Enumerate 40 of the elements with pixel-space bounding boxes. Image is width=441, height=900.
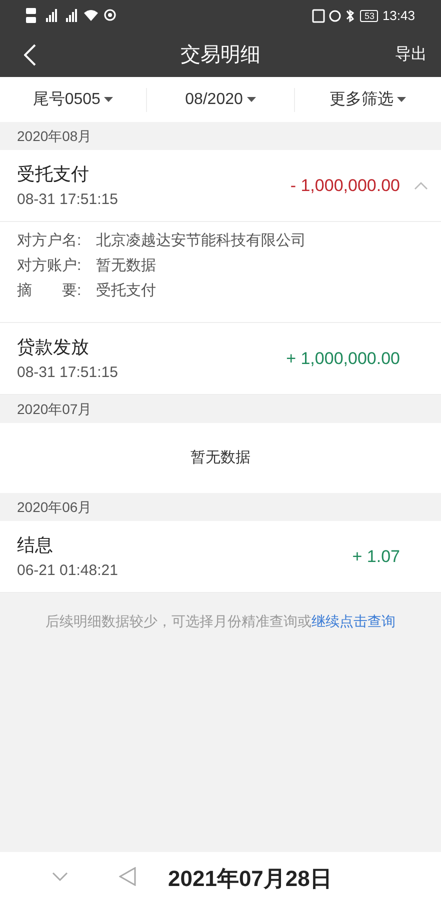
chevron-down-icon[interactable]: [52, 872, 68, 881]
caret-icon: [246, 97, 256, 102]
detail-value: 北京凌越达安节能科技有限公司: [96, 231, 306, 251]
empty-message: 暂无数据: [190, 448, 250, 468]
filter-dropdown[interactable]: 08/2020: [147, 88, 294, 112]
transaction-time: 08-31 17:51:15: [17, 364, 119, 382]
export-button[interactable]: 导出: [381, 42, 441, 66]
collapse-icon[interactable]: [414, 182, 428, 190]
transaction-time: 06-21 01:48:21: [17, 562, 119, 580]
detail-value: 暂无数据: [96, 256, 156, 276]
month-header: 2020年06月: [16, 498, 93, 516]
transaction-amount: + 1.07: [352, 546, 400, 568]
footer-note: 后续明细数据较少，可选择月份精准查询或继续点击查询: [46, 612, 396, 631]
transaction-amount: - 1,000,000.00: [290, 174, 400, 197]
transaction-row[interactable]: 受托支付 08-31 17:51:15 - 1,000,000.00: [0, 150, 441, 222]
detail-label: 摘 要:: [17, 281, 82, 301]
detail-label: 对方账户:: [17, 256, 82, 276]
month-header: 2020年07月: [16, 400, 93, 418]
clock-time: 13:43: [382, 7, 415, 26]
back-triangle-icon[interactable]: [119, 867, 136, 886]
detail-label: 对方户名:: [17, 231, 82, 251]
page-title: 交易明细: [180, 42, 262, 68]
transaction-title: 贷款发放: [17, 336, 90, 358]
transaction-amount: + 1,000,000.00: [286, 348, 400, 370]
transaction-time: 08-31 17:51:15: [17, 190, 119, 208]
filter-dropdown[interactable]: 尾号0505: [0, 88, 146, 112]
month-header: 2020年08月: [16, 126, 93, 146]
query-link[interactable]: 继续点击查询: [312, 613, 396, 629]
detail-value: 受托支付: [96, 281, 156, 301]
date-stamp-text: 2021年07月28日: [168, 865, 332, 893]
transaction-row[interactable]: 贷款发放 08-31 17:51:15 + 1,000,000.00: [0, 323, 441, 395]
transaction-title: 受托支付: [17, 162, 90, 184]
caret-icon: [397, 97, 406, 102]
back-icon: [24, 44, 36, 66]
status-icons: [312, 9, 356, 23]
battery-level: 53: [360, 10, 378, 22]
caret-icon: [104, 97, 114, 102]
transaction-title: 结息: [17, 534, 54, 556]
transaction-row[interactable]: 结息 06-21 01:48:21 + 1.07: [0, 521, 441, 593]
filter-dropdown[interactable]: 更多筛选: [294, 88, 441, 112]
